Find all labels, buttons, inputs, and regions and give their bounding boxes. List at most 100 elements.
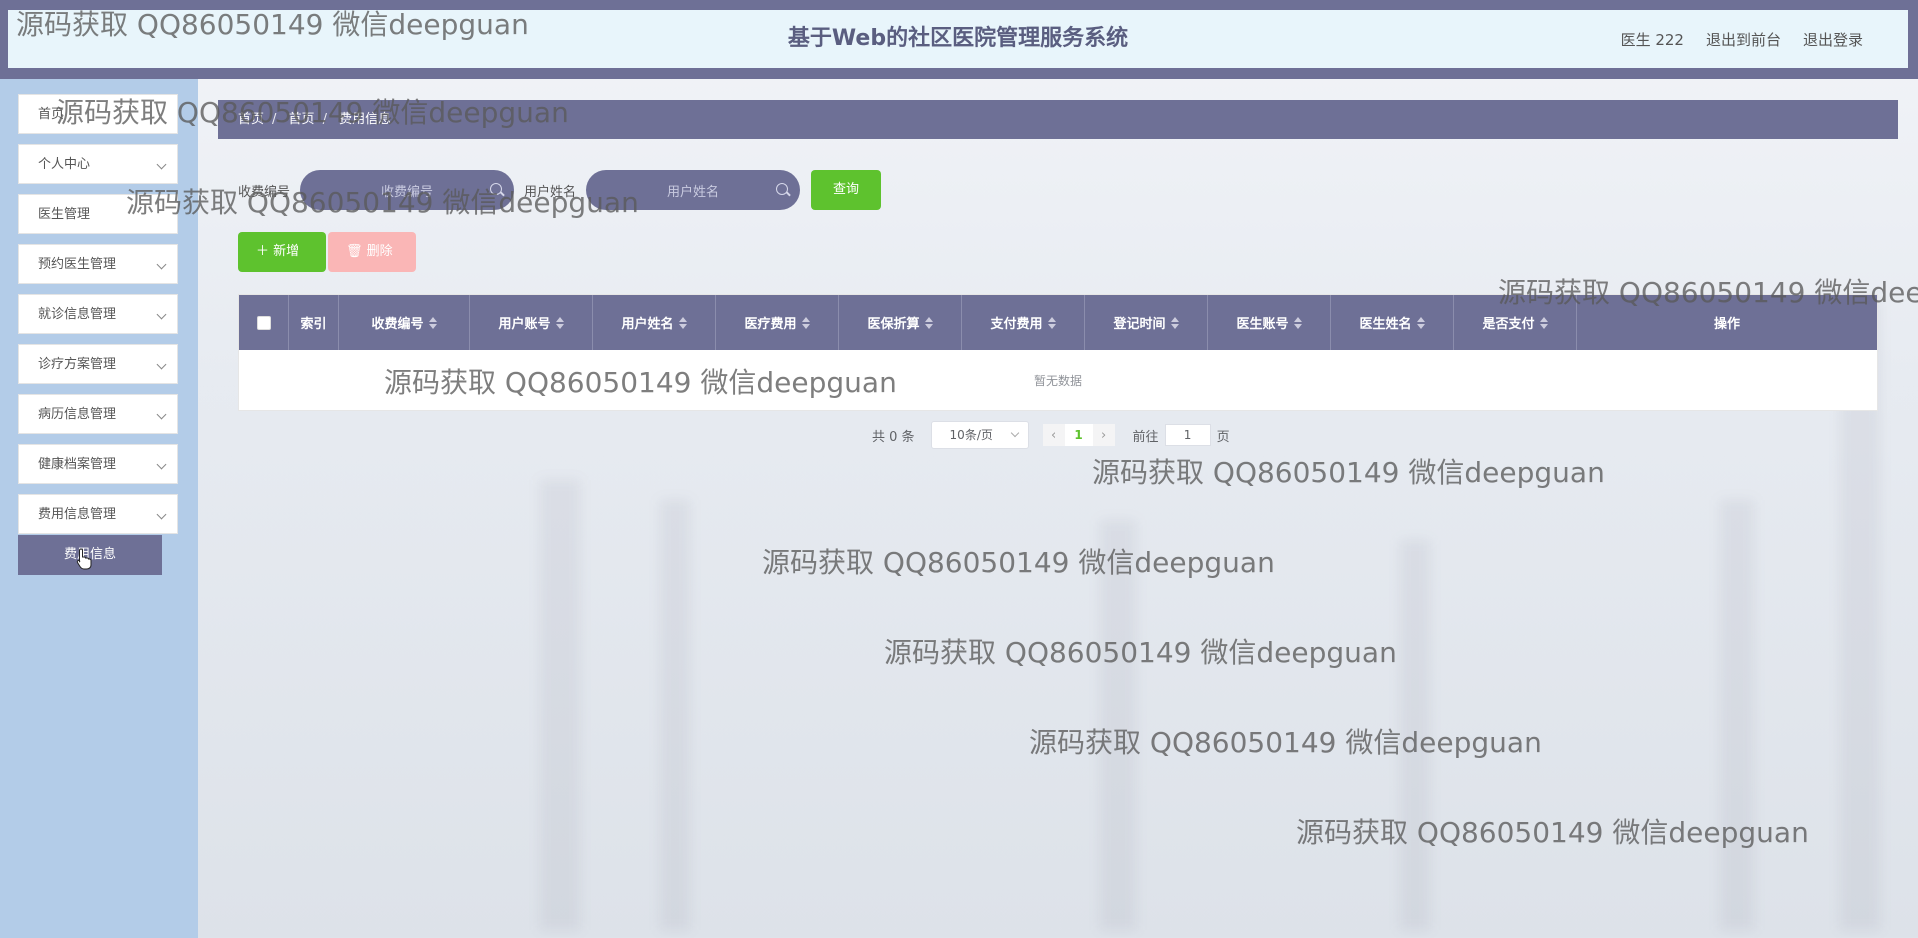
sort-icon[interactable] <box>1293 316 1302 329</box>
top-links: 医生 222 退出到前台 退出登录 <box>1621 10 1863 68</box>
top-bar: 基于Web的社区医院管理服务系统 医生 222 退出到前台 退出登录 <box>0 0 1918 79</box>
logout-link[interactable]: 退出登录 <box>1803 29 1863 50</box>
goto-prefix: 前往 <box>1132 429 1159 445</box>
sort-icon[interactable] <box>555 316 564 329</box>
column-header-doctor-account[interactable]: 医生账号 <box>1208 295 1331 350</box>
select-all-checkbox[interactable] <box>256 315 271 330</box>
column-label: 操作 <box>1713 317 1740 332</box>
search-row: 收费编号 收费编号 用户姓名 用户姓名 查询 <box>238 170 882 210</box>
column-label: 用户姓名 <box>621 317 674 332</box>
search-icon <box>776 183 789 195</box>
watermark-text: 源码获取 QQ86050149 微信deepguan <box>1092 456 1605 489</box>
query-button[interactable]: 查询 <box>811 170 882 210</box>
sort-icon[interactable] <box>801 316 810 329</box>
action-buttons: ＋ 新增 🗑 删除 <box>238 232 416 272</box>
sidebar-item-doctor-management[interactable]: 医生管理 <box>18 194 178 234</box>
sidebar-item-visit-management[interactable]: 就诊信息管理 <box>18 294 178 334</box>
column-header-index: 索引 <box>289 295 339 350</box>
sidebar-item-treatment-plan[interactable]: 诊疗方案管理 <box>18 344 178 384</box>
sort-icon[interactable] <box>924 316 933 329</box>
sidebar-item-label: 健康档案管理 <box>38 457 117 472</box>
chevron-down-icon <box>156 509 167 520</box>
sidebar-item-personal-center[interactable]: 个人中心 <box>18 144 178 184</box>
sidebar-item-label: 病历信息管理 <box>38 407 117 422</box>
sidebar-item-health-records[interactable]: 健康档案管理 <box>18 444 178 484</box>
chevron-down-icon <box>1010 428 1019 438</box>
hand-cursor-icon <box>76 548 92 570</box>
prev-page-button[interactable]: ‹ <box>1042 424 1065 446</box>
next-page-button[interactable]: › <box>1092 424 1115 446</box>
back-to-front-link[interactable]: 退出到前台 <box>1706 29 1781 50</box>
user-label: 医生 222 <box>1620 30 1684 49</box>
sort-icon[interactable] <box>678 316 687 329</box>
chevron-down-icon <box>156 309 167 320</box>
sidebar-item-appointment-management[interactable]: 预约医生管理 <box>18 244 178 284</box>
sort-icon[interactable] <box>1047 316 1056 329</box>
column-label: 支付费用 <box>990 317 1043 332</box>
chevron-down-icon <box>156 159 167 170</box>
goto-suffix: 页 <box>1216 429 1230 445</box>
user-name-label: 用户姓名 <box>524 184 577 200</box>
delete-button[interactable]: 🗑 删除 <box>328 232 416 272</box>
column-header-doctor-name[interactable]: 医生姓名 <box>1331 295 1454 350</box>
sidebar-item-label: 诊疗方案管理 <box>38 357 117 372</box>
add-button[interactable]: ＋ 新增 <box>238 232 326 272</box>
column-label: 索引 <box>300 317 327 332</box>
chevron-down-icon <box>156 409 167 420</box>
breadcrumb-item-current: 费用信息 <box>339 112 392 127</box>
breadcrumb-item-home-2[interactable]: 首页 <box>289 112 315 127</box>
select-all-checkbox-cell <box>239 295 289 350</box>
column-label: 医保折算 <box>867 317 920 332</box>
table-body: 暂无数据 <box>239 350 1877 410</box>
sort-icon[interactable] <box>1539 316 1548 329</box>
total-count: 共 0 条 <box>872 429 915 445</box>
page-size-select[interactable]: 10条/页 <box>930 421 1029 449</box>
chevron-down-icon <box>156 359 167 370</box>
pagination: 共 0 条 10条/页 ‹ 1 › 前往 1 页 <box>872 421 1230 449</box>
sidebar-item-label: 就诊信息管理 <box>38 307 117 322</box>
sidebar-item-home[interactable]: 首页 <box>18 94 178 134</box>
column-header-actions: 操作 <box>1577 295 1877 350</box>
column-header-user-account[interactable]: 用户账号 <box>470 295 593 350</box>
sidebar-item-label: 预约医生管理 <box>38 257 117 272</box>
sort-icon[interactable] <box>428 316 437 329</box>
column-header-payment-fee[interactable]: 支付费用 <box>962 295 1085 350</box>
column-header-fee-number[interactable]: 收费编号 <box>339 295 470 350</box>
trash-icon: 🗑 <box>346 244 367 259</box>
sort-icon[interactable] <box>1170 316 1179 329</box>
column-header-register-time[interactable]: 登记时间 <box>1085 295 1208 350</box>
chevron-down-icon <box>156 459 167 470</box>
fee-number-placeholder: 收费编号 <box>381 184 434 200</box>
plus-icon: ＋ <box>256 244 274 259</box>
fee-number-input[interactable]: 收费编号 <box>300 170 515 210</box>
empty-text: 暂无数据 <box>1033 373 1082 388</box>
column-header-user-name[interactable]: 用户姓名 <box>593 295 716 350</box>
fee-number-label: 收费编号 <box>238 184 291 200</box>
sidebar-item-label: 医生管理 <box>38 207 91 222</box>
fee-table: 索引 收费编号 用户账号 用户姓名 医疗费用 医保折算 支付费用 登记时间 医生… <box>238 294 1878 411</box>
table-header: 索引 收费编号 用户账号 用户姓名 医疗费用 医保折算 支付费用 登记时间 医生… <box>239 295 1877 350</box>
column-label: 医生姓名 <box>1359 317 1412 332</box>
column-label: 收费编号 <box>371 317 424 332</box>
column-label: 用户账号 <box>498 317 551 332</box>
goto-page-input[interactable]: 1 <box>1164 424 1211 446</box>
column-header-insurance-discount[interactable]: 医保折算 <box>839 295 962 350</box>
header: 基于Web的社区医院管理服务系统 医生 222 退出到前台 退出登录 <box>8 10 1908 68</box>
sidebar-item-label: 个人中心 <box>38 157 91 172</box>
sidebar-item-medical-records[interactable]: 病历信息管理 <box>18 394 178 434</box>
sidebar-item-label: 首页 <box>38 107 65 122</box>
chevron-down-icon <box>156 259 167 270</box>
column-header-medical-fee[interactable]: 医疗费用 <box>716 295 839 350</box>
search-icon <box>490 183 503 195</box>
sort-icon[interactable] <box>1416 316 1425 329</box>
page-number-current[interactable]: 1 <box>1064 424 1093 446</box>
column-label: 登记时间 <box>1113 317 1166 332</box>
add-button-label: 新增 <box>273 244 300 259</box>
sidebar-item-fee-management[interactable]: 费用信息管理 <box>18 494 178 534</box>
breadcrumb-item-home[interactable]: 首页 <box>238 112 264 127</box>
user-name-input[interactable]: 用户姓名 <box>586 170 801 210</box>
column-label: 医疗费用 <box>744 317 797 332</box>
user-name-placeholder: 用户姓名 <box>667 184 720 200</box>
column-header-is-paid[interactable]: 是否支付 <box>1454 295 1577 350</box>
breadcrumb: 首页 / 首页 / 费用信息 <box>218 100 1898 139</box>
